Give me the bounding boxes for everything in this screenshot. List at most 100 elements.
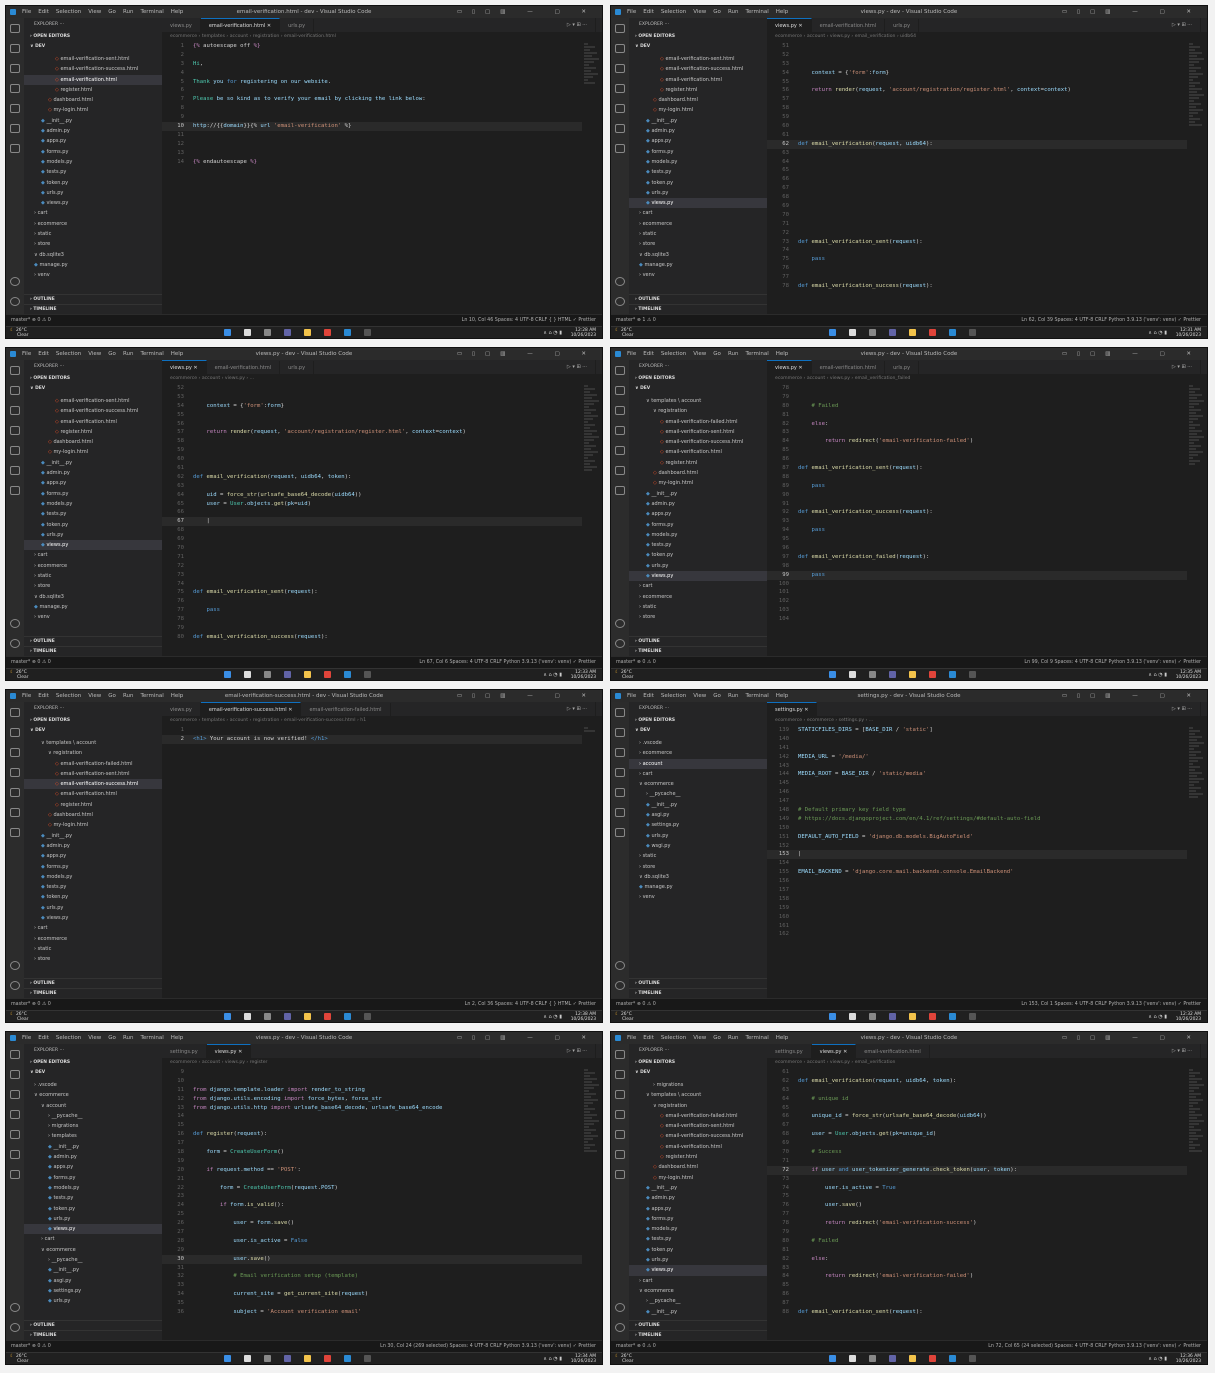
tree-item[interactable]: › cart xyxy=(24,208,162,218)
tree-item[interactable]: ◆ admin.py xyxy=(24,126,162,136)
editor-actions[interactable]: ▷ ▾ ⊞ ··· xyxy=(1164,360,1201,374)
menu-item-run[interactable]: Run xyxy=(728,351,739,357)
menu-item-file[interactable]: File xyxy=(22,693,31,699)
chat-icon[interactable] xyxy=(889,1355,896,1362)
tree-item[interactable]: ◇ email-verification-failed.html xyxy=(629,417,767,427)
folder-dev[interactable]: ∨ DEV xyxy=(24,1068,162,1078)
tree-item[interactable]: ◆ urls.py xyxy=(24,1296,162,1306)
files-icon[interactable] xyxy=(615,708,625,717)
tree-item[interactable]: ◆ tests.py xyxy=(629,167,767,177)
tab-email-verification-html[interactable]: email-verification.html xyxy=(856,1045,930,1059)
search-icon[interactable] xyxy=(244,1355,251,1362)
menu-item-view[interactable]: View xyxy=(88,1035,101,1041)
tree-item[interactable]: › __pycache__ xyxy=(629,1296,767,1306)
tree-item[interactable]: ◆ tests.py xyxy=(24,167,162,177)
tree-item[interactable]: ◇ register.html xyxy=(629,1152,767,1162)
search-icon[interactable] xyxy=(244,671,251,678)
menu-item-help[interactable]: Help xyxy=(776,693,789,699)
tree-item[interactable]: ◆ urls.py xyxy=(24,1214,162,1224)
tree-item[interactable]: ◆ apps.py xyxy=(629,509,767,519)
tree-item[interactable]: › __pycache__ xyxy=(629,789,767,799)
outline-section[interactable]: › OUTLINE xyxy=(24,636,162,646)
tree-item[interactable]: ◇ email-verification.html xyxy=(629,75,767,85)
chrome-icon[interactable] xyxy=(929,1355,936,1362)
files-icon[interactable] xyxy=(615,24,625,33)
tree-item[interactable]: › cart xyxy=(629,769,767,779)
tree-item[interactable]: ◆ apps.py xyxy=(24,136,162,146)
tab-email-verification-failed-html[interactable]: email-verification-failed.html xyxy=(301,703,391,717)
weather-widget[interactable]: ☾ 26°C Clear xyxy=(615,1012,633,1022)
search-icon[interactable] xyxy=(849,1355,856,1362)
timeline-section[interactable]: › TIMELINE xyxy=(24,1330,162,1340)
tree-item[interactable]: ◆ admin.py xyxy=(24,1152,162,1162)
minimap[interactable] xyxy=(1187,42,1207,314)
menu-item-edit[interactable]: Edit xyxy=(643,693,654,699)
menu-item-go[interactable]: Go xyxy=(108,693,116,699)
menu-item-view[interactable]: View xyxy=(693,9,706,15)
tree-item[interactable]: › .vscode xyxy=(629,738,767,748)
outline-section[interactable]: › OUTLINE xyxy=(24,294,162,304)
gear-icon[interactable] xyxy=(10,297,20,306)
extensions-icon[interactable] xyxy=(615,788,625,797)
tree-item[interactable]: ◆ urls.py xyxy=(24,903,162,913)
search-icon[interactable] xyxy=(849,329,856,336)
tree-item[interactable]: ◇ email-verification.html xyxy=(24,417,162,427)
gear-icon[interactable] xyxy=(615,1323,625,1332)
weather-widget[interactable]: ☾ 26°C Clear xyxy=(10,670,28,680)
tree-item[interactable]: ◇ email-verification-sent.html xyxy=(629,1121,767,1131)
weather-widget[interactable]: ☾ 26°C Clear xyxy=(615,670,633,680)
run-debug-icon[interactable] xyxy=(10,426,20,435)
tree-item[interactable]: ◆ forms.py xyxy=(24,489,162,499)
tree-item[interactable]: ◆ settings.py xyxy=(24,1286,162,1296)
run-debug-icon[interactable] xyxy=(10,768,20,777)
tree-item[interactable]: ◆ asgi.py xyxy=(629,810,767,820)
run-debug-icon[interactable] xyxy=(10,1110,20,1119)
extensions-icon[interactable] xyxy=(10,788,20,797)
tree-item[interactable]: › venv xyxy=(24,612,162,622)
chat-icon[interactable] xyxy=(284,1013,291,1020)
weather-widget[interactable]: ☾ 26°C Clear xyxy=(10,1354,28,1364)
file-explorer-icon[interactable] xyxy=(304,329,311,336)
tree-item[interactable]: ◆ __init__.py xyxy=(24,1142,162,1152)
tree-item[interactable]: ◆ apps.py xyxy=(24,851,162,861)
remote-icon[interactable] xyxy=(615,1170,625,1179)
tree-item[interactable]: ◇ email-verification-success.html xyxy=(24,779,162,790)
tree-item[interactable]: ◇ my-login.html xyxy=(629,105,767,115)
tree-item[interactable]: ◆ forms.py xyxy=(629,520,767,530)
extensions-icon[interactable] xyxy=(10,446,20,455)
open-editors-section[interactable]: › OPEN EDITORS xyxy=(24,32,162,42)
source-control-icon[interactable] xyxy=(10,748,20,757)
tree-item[interactable]: › ecommerce xyxy=(24,561,162,571)
outline-section[interactable]: › OUTLINE xyxy=(629,1320,767,1330)
tree-item[interactable]: ◇ email-verification-success.html xyxy=(24,406,162,416)
open-editors-section[interactable]: › OPEN EDITORS xyxy=(629,716,767,726)
tree-item[interactable]: ◆ forms.py xyxy=(629,1214,767,1224)
remote-icon[interactable] xyxy=(10,1170,20,1179)
tree-item[interactable]: › store xyxy=(629,612,767,622)
account-icon[interactable] xyxy=(10,619,20,628)
code-editor[interactable]: 1 {% autoescape off %} 2 3 Hi, 4 5 Thank you fo… xyxy=(162,42,582,314)
menu-item-go[interactable]: Go xyxy=(713,351,721,357)
tree-item[interactable]: ◆ manage.py xyxy=(629,882,767,892)
outline-section[interactable]: › OUTLINE xyxy=(629,294,767,304)
code-editor[interactable]: 1 2 <h1> Your account is now verified! </h… xyxy=(162,726,582,998)
test-icon[interactable] xyxy=(615,1150,625,1159)
menu-item-help[interactable]: Help xyxy=(776,1035,789,1041)
remote-icon[interactable] xyxy=(615,828,625,837)
extensions-icon[interactable] xyxy=(10,1130,20,1139)
extensions-icon[interactable] xyxy=(10,104,20,113)
tree-item[interactable]: › __pycache__ xyxy=(24,1255,162,1265)
tree-item[interactable]: › store xyxy=(629,862,767,872)
tab-views-py[interactable]: views.py ✕ xyxy=(767,18,812,33)
tree-item[interactable]: ◆ models.py xyxy=(629,157,767,167)
gear-icon[interactable] xyxy=(615,639,625,648)
tree-item[interactable]: ◇ my-login.html xyxy=(629,478,767,488)
tree-item[interactable]: › store xyxy=(24,239,162,249)
menu-item-go[interactable]: Go xyxy=(108,351,116,357)
chat-icon[interactable] xyxy=(284,671,291,678)
source-control-icon[interactable] xyxy=(615,406,625,415)
tree-item[interactable]: › account xyxy=(629,758,767,769)
tree-item[interactable]: ◇ email-verification-sent.html xyxy=(629,427,767,437)
test-icon[interactable] xyxy=(10,466,20,475)
remote-icon[interactable] xyxy=(10,828,20,837)
